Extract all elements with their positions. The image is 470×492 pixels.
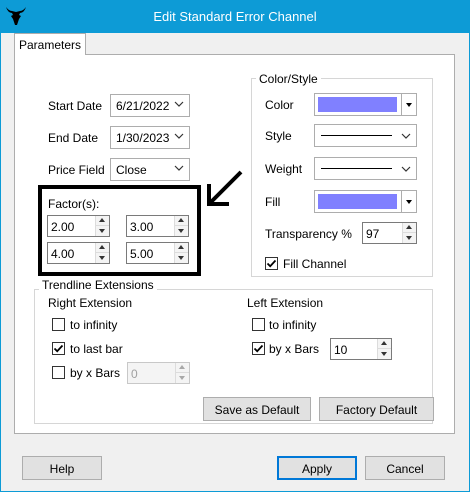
fill-dropdown-button[interactable] (401, 191, 416, 212)
right-extension-title: Right Extension (48, 296, 133, 310)
tab-parameters[interactable]: Parameters (14, 33, 86, 55)
spin-up-button[interactable] (175, 243, 188, 253)
end-date-picker[interactable]: 1/30/2023 (110, 126, 190, 149)
left-by-x-bars-label: by x Bars (269, 342, 320, 356)
factory-default-button[interactable]: Factory Default (319, 397, 434, 421)
line-style-preview (321, 135, 392, 136)
fill-picker[interactable] (314, 190, 417, 213)
right-by-x-bars-spinner[interactable]: 0 (127, 362, 190, 384)
end-date-value: 1/30/2023 (116, 131, 170, 145)
chevron-down-icon (401, 133, 411, 139)
line-weight-preview (321, 168, 392, 169)
spin-up-button[interactable] (175, 216, 188, 226)
price-field-select[interactable]: Close (110, 158, 190, 181)
color-dropdown-button[interactable] (401, 94, 416, 115)
checkmark-icon (253, 344, 264, 353)
left-to-infinity-label: to infinity (269, 318, 317, 332)
transparency-spinner[interactable]: 97 (362, 222, 417, 244)
right-by-x-bars-checkbox[interactable] (52, 366, 65, 379)
transparency-label: Transparency % (265, 227, 352, 241)
spin-down-button[interactable] (96, 253, 109, 263)
trendline-extensions-legend: Trendline Extensions (39, 278, 157, 292)
arrow-pointer-icon (207, 170, 243, 206)
checkmark-icon (266, 259, 277, 268)
right-to-last-bar-label: to last bar (70, 342, 123, 356)
right-by-x-bars-label: by x Bars (70, 366, 121, 380)
start-date-label: Start Date (48, 99, 103, 113)
fill-swatch (318, 194, 397, 209)
factor-4-value: 5.00 (130, 247, 154, 261)
right-to-infinity-checkbox[interactable] (52, 318, 65, 331)
cancel-button[interactable]: Cancel (365, 456, 445, 480)
spin-down-button[interactable] (403, 233, 416, 243)
chevron-down-icon (401, 166, 411, 172)
start-date-value: 6/21/2022 (116, 99, 170, 113)
title-bar: Edit Standard Error Channel (0, 0, 470, 33)
save-as-default-button[interactable]: Save as Default (203, 397, 311, 421)
left-to-infinity-checkbox[interactable] (252, 318, 265, 331)
transparency-value: 97 (366, 227, 380, 241)
chevron-down-icon (174, 165, 184, 171)
factor-4-spinner[interactable]: 5.00 (126, 242, 189, 264)
weight-label: Weight (265, 162, 303, 176)
right-by-x-bars-value: 0 (131, 367, 138, 381)
left-by-x-bars-checkbox[interactable] (252, 342, 265, 355)
color-style-legend: Color/Style (256, 72, 321, 86)
checkmark-icon (53, 344, 64, 353)
factor-2-spinner[interactable]: 3.00 (126, 215, 189, 237)
style-select[interactable] (314, 124, 417, 147)
right-to-last-bar-checkbox[interactable] (52, 342, 65, 355)
chevron-down-icon (174, 101, 184, 107)
help-button[interactable]: Help (22, 456, 102, 480)
fill-label: Fill (265, 195, 281, 209)
spin-down-button[interactable] (175, 253, 188, 263)
spin-down-button[interactable] (378, 349, 391, 359)
start-date-picker[interactable]: 6/21/2022 (110, 94, 190, 117)
factor-1-spinner[interactable]: 2.00 (47, 215, 110, 237)
apply-button[interactable]: Apply (277, 456, 357, 480)
factor-3-value: 4.00 (51, 247, 75, 261)
fill-channel-checkbox[interactable] (265, 257, 278, 270)
left-by-x-bars-spinner[interactable]: 10 (330, 338, 392, 360)
factor-3-spinner[interactable]: 4.00 (47, 242, 110, 264)
spin-up-button[interactable] (96, 216, 109, 226)
left-extension-title: Left Extension (247, 296, 324, 310)
spin-up-button[interactable] (176, 363, 189, 373)
color-picker[interactable] (314, 93, 417, 116)
spin-up-button[interactable] (96, 243, 109, 253)
color-swatch (318, 97, 397, 112)
factors-label: Factor(s): (48, 197, 100, 211)
factor-2-value: 3.00 (130, 220, 154, 234)
chevron-down-icon (174, 133, 184, 139)
style-label: Style (265, 129, 292, 143)
spin-up-button[interactable] (403, 223, 416, 233)
spin-down-button[interactable] (96, 226, 109, 236)
end-date-label: End Date (48, 131, 99, 145)
spin-down-button[interactable] (175, 226, 188, 236)
price-field-value: Close (116, 163, 147, 177)
left-by-x-bars-value: 10 (334, 343, 348, 357)
window-title: Edit Standard Error Channel (153, 9, 317, 24)
price-field-label: Price Field (48, 163, 105, 177)
weight-select[interactable] (314, 157, 417, 180)
factor-1-value: 2.00 (51, 220, 75, 234)
fill-channel-label: Fill Channel (283, 257, 347, 271)
right-to-infinity-label: to infinity (70, 318, 118, 332)
spin-down-button[interactable] (176, 373, 189, 383)
color-label: Color (265, 98, 294, 112)
spin-up-button[interactable] (378, 339, 391, 349)
